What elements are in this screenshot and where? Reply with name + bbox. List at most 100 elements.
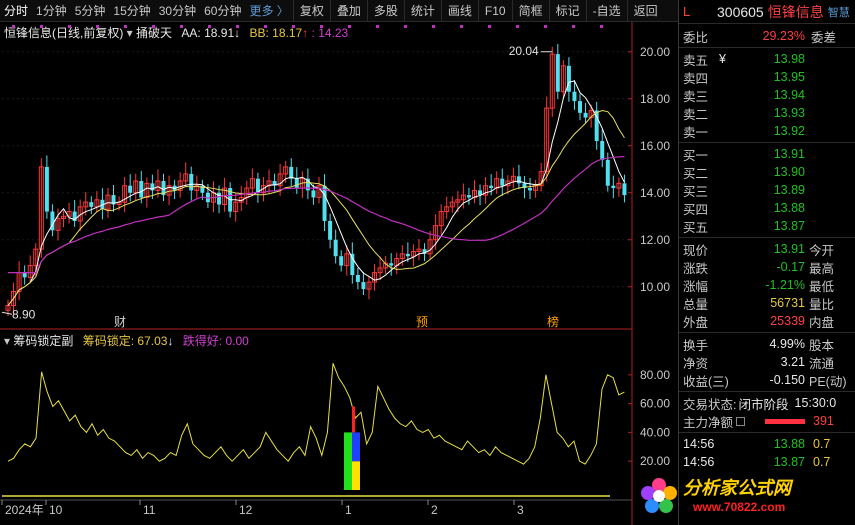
period-tab-5min[interactable]: 5分钟	[71, 0, 110, 22]
stat-label: 总量	[683, 297, 709, 312]
period-tab-30min[interactable]: 30分钟	[155, 0, 200, 22]
main-flow-row: 主力净额 391	[679, 412, 855, 430]
chart-axes: 20.00 18.00 16.00 14.00 12.00 10.00 20.04 8.90 财…	[1, 44, 670, 517]
top-dot-marker	[152, 25, 155, 28]
stat-label-2: 今开	[809, 243, 835, 258]
stat-value: -0.150	[769, 373, 805, 387]
status-time: 15:30:0	[794, 396, 837, 410]
divider	[679, 142, 855, 143]
back-button[interactable]: 返回	[626, 0, 664, 22]
sell-row: 卖四 13.95	[679, 68, 855, 86]
buy-label: 买四	[683, 202, 709, 217]
draw-line-button[interactable]: 画线	[440, 0, 478, 22]
signal-bar-red	[352, 406, 355, 433]
kline-chart[interactable]: 20.00 18.00 16.00 14.00 12.00 10.00 20.04 8.90 财…	[0, 22, 678, 525]
top-dot-marker	[96, 25, 99, 28]
period-tab-intraday[interactable]: 分时	[0, 0, 32, 22]
candle-body	[611, 185, 616, 189]
candle-body	[466, 195, 471, 198]
sell-price: 13.95	[773, 70, 805, 84]
cc-line	[8, 156, 625, 274]
x-tick-label: 12	[239, 503, 253, 517]
signal-bar-yellow	[352, 461, 360, 490]
adjust-button[interactable]: 复权	[292, 0, 330, 22]
top-dot-marker	[516, 25, 519, 28]
top-dot-marker	[432, 25, 435, 28]
buy-row: 买三 13.89	[679, 181, 855, 199]
top-dot-marker	[12, 25, 15, 28]
candle-body	[322, 185, 327, 221]
period-tab-60min[interactable]: 60分钟	[200, 0, 245, 22]
aa-line	[7, 80, 625, 306]
candle-body	[333, 239, 338, 257]
simple-frame-button[interactable]: 简框	[511, 0, 549, 22]
event-marker: 财	[114, 315, 126, 329]
divider	[679, 391, 855, 392]
buy-label: 买二	[683, 166, 709, 181]
stat-label-2: 量比	[809, 297, 835, 312]
top-dot-marker	[236, 25, 239, 28]
stat-label: 外盘	[683, 315, 709, 330]
high-price-label: 20.04	[509, 44, 539, 58]
status-label: 交易状态:	[683, 397, 737, 412]
x-tick-label: 11	[143, 503, 156, 517]
stat-value: 56731	[770, 296, 805, 310]
stat-label: 净资	[683, 356, 709, 371]
overlay-button[interactable]: 叠加	[329, 0, 367, 22]
candle-body	[128, 185, 133, 193]
candle-body	[578, 101, 583, 113]
sell-row: 卖三 13.94	[679, 86, 855, 104]
sell-label: 卖五	[683, 53, 709, 68]
low-price-pointer	[1, 311, 13, 315]
f10-button[interactable]: F10	[477, 0, 512, 22]
tick-row: 14:56 13.87 0.7	[679, 453, 855, 471]
period-tab-15min[interactable]: 15分钟	[109, 0, 154, 22]
tick-vol: 0.7	[813, 437, 831, 451]
stat-value: 25339	[770, 314, 805, 328]
stat-label-2: 流通	[809, 356, 835, 371]
stats-button[interactable]: 统计	[403, 0, 441, 22]
top-dot-marker	[180, 25, 183, 28]
candle-body	[605, 159, 610, 186]
x-tick-label: 2024年	[5, 503, 44, 517]
top-dot-marker	[208, 25, 211, 28]
main-flow-label[interactable]: 主力净额	[679, 412, 733, 431]
top-dot-marker	[68, 25, 71, 28]
divider	[679, 237, 855, 238]
multi-stock-button[interactable]: 多股	[366, 0, 404, 22]
buy-row: 买二 13.90	[679, 163, 855, 181]
divider	[679, 47, 855, 48]
candle-body	[528, 188, 533, 191]
candle-body	[339, 256, 344, 266]
quote-header: L 300605 恒锋信息 智慧	[679, 0, 855, 24]
candle-body	[600, 141, 605, 160]
candle-body	[139, 181, 144, 198]
stat-value: -0.17	[776, 260, 806, 274]
remove-watchlist-button[interactable]: -自选	[585, 0, 627, 22]
sub-y-tick-label: 40.00	[640, 425, 670, 439]
weicha-label: 委差	[811, 30, 837, 45]
tick-price: 13.87	[773, 455, 805, 469]
candle-body	[189, 173, 194, 191]
sell-label: 卖一	[683, 125, 709, 140]
weibi-label: 委比	[683, 30, 709, 45]
market-badge: L	[683, 4, 691, 19]
period-tab-1min[interactable]: 1分钟	[32, 0, 71, 22]
sell-label: 卖四	[683, 71, 709, 86]
candle-body	[389, 263, 394, 266]
mark-button[interactable]: 标记	[548, 0, 586, 22]
buy-price: 13.91	[773, 147, 805, 161]
candle-body	[44, 166, 49, 212]
weibi-row: 委比 29.23% 委差	[679, 27, 855, 45]
y-tick-label: 18.00	[640, 92, 670, 106]
status-row: 交易状态: 闭市阶段 15:30:0	[679, 394, 855, 412]
smart-link[interactable]: 智慧	[828, 4, 850, 20]
sell-row: 卖二 13.93	[679, 104, 855, 122]
event-marker: 预	[416, 315, 428, 329]
stock-code: 300605	[717, 3, 764, 20]
period-more-button[interactable]: 更多 〉	[245, 0, 292, 22]
expand-icon[interactable]	[736, 416, 746, 426]
tick-time: 14:56	[683, 437, 715, 451]
y-tick-label: 16.00	[640, 139, 670, 153]
stat-row: 现价 13.91 今开	[679, 240, 855, 258]
